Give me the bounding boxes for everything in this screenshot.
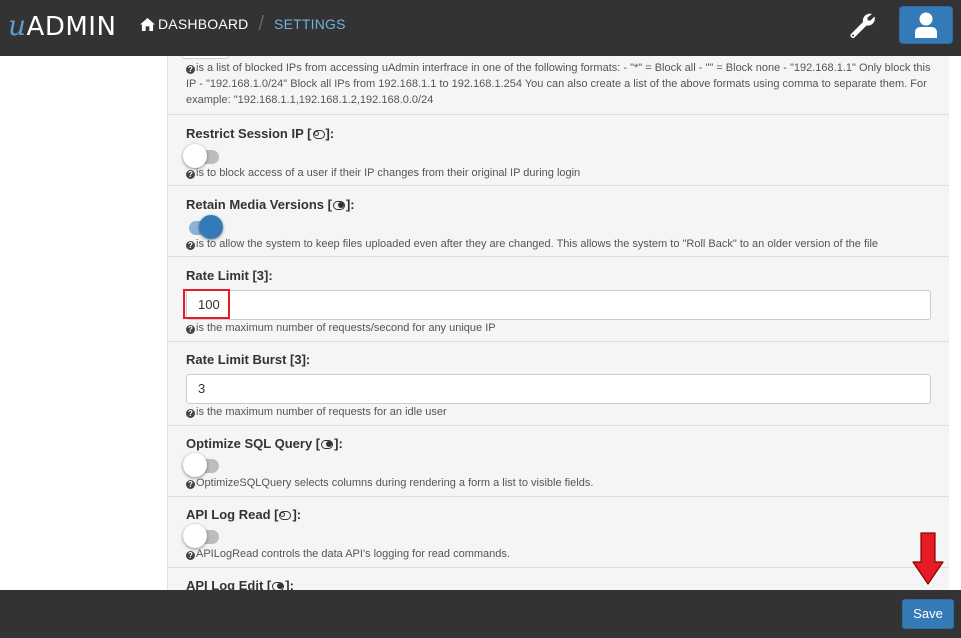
field-label: Rate Limit [3]: (186, 268, 273, 283)
field-help: ? is to allow the system to keep files up… (186, 236, 936, 252)
toggle-off-icon (279, 511, 292, 520)
help-icon: ? (186, 409, 195, 418)
field-help: ? is to block access of a user if their I… (186, 165, 936, 181)
app-logo[interactable]: uADMIN (8, 9, 116, 43)
field-rate-limit-burst: Rate Limit Burst [3]: 3 ? is the maximum … (168, 342, 949, 426)
field-label: API Log Read []: (186, 507, 302, 522)
field-blocked-ips: ? is a list of blocked IPs from accessing… (168, 56, 949, 115)
top-navbar: uADMIN DASHBOARD / SETTINGS (0, 0, 961, 56)
toggle-on-icon (272, 582, 285, 590)
field-help: ? is a list of blocked IPs from accessing… (186, 62, 931, 106)
field-help: ? is the maximum number of requests for a… (186, 404, 936, 420)
breadcrumb-separator: / (258, 13, 265, 35)
field-api-log-edit: API Log Edit []: (168, 568, 949, 590)
field-retain-media-versions: Retain Media Versions []: ? is to allow t… (168, 186, 949, 257)
wrench-icon[interactable] (846, 10, 878, 42)
settings-link[interactable]: SETTINGS (274, 16, 346, 32)
field-api-log-read: API Log Read []: ? APILogRead controls th… (168, 497, 949, 568)
field-optimize-sql-query: Optimize SQL Query []: ? OptimizeSQLQuery… (168, 426, 949, 497)
field-help: ? OptimizeSQLQuery selects columns during… (186, 475, 936, 491)
dashboard-label: DASHBOARD (158, 16, 249, 32)
bottom-action-bar (0, 590, 961, 638)
save-button[interactable]: Save (902, 599, 954, 629)
help-icon: ? (186, 551, 195, 560)
help-icon: ? (186, 65, 195, 74)
api-log-read-toggle[interactable] (183, 524, 223, 548)
breadcrumb: DASHBOARD / SETTINGS (140, 13, 346, 35)
blocked-ips-textarea[interactable] (181, 56, 229, 59)
value-highlight-box (183, 289, 230, 319)
field-rate-limit: Rate Limit [3]: 100 ? is the maximum numb… (168, 257, 949, 342)
field-help: ? is the maximum number of requests/secon… (186, 320, 936, 336)
field-label: Optimize SQL Query []: (186, 436, 343, 451)
field-help: ? APILogRead controls the data API's logg… (186, 546, 936, 562)
rate-limit-burst-input[interactable]: 3 (186, 374, 931, 404)
field-label: Retain Media Versions []: (186, 197, 355, 212)
toggle-on-icon (332, 201, 345, 210)
arrow-down-icon (912, 532, 944, 585)
user-menu-button[interactable] (899, 6, 953, 44)
user-icon (915, 12, 937, 38)
home-icon (140, 17, 155, 31)
toggle-off-icon (312, 130, 325, 139)
field-label: Restrict Session IP []: (186, 126, 335, 141)
rate-limit-input[interactable]: 100 (186, 290, 931, 320)
help-icon: ? (186, 241, 195, 250)
field-label: API Log Edit []: (186, 578, 294, 590)
optimize-sql-query-toggle[interactable] (183, 453, 223, 477)
field-restrict-session-ip: Restrict Session IP []: ? is to block acc… (168, 115, 949, 186)
dashboard-link[interactable]: DASHBOARD (140, 16, 248, 32)
help-icon: ? (186, 325, 195, 334)
toggle-on-icon (321, 440, 334, 449)
settings-form: ? is a list of blocked IPs from accessing… (167, 56, 949, 590)
field-label: Rate Limit Burst [3]: (186, 352, 311, 367)
help-icon: ? (186, 170, 195, 179)
help-icon: ? (186, 480, 195, 489)
